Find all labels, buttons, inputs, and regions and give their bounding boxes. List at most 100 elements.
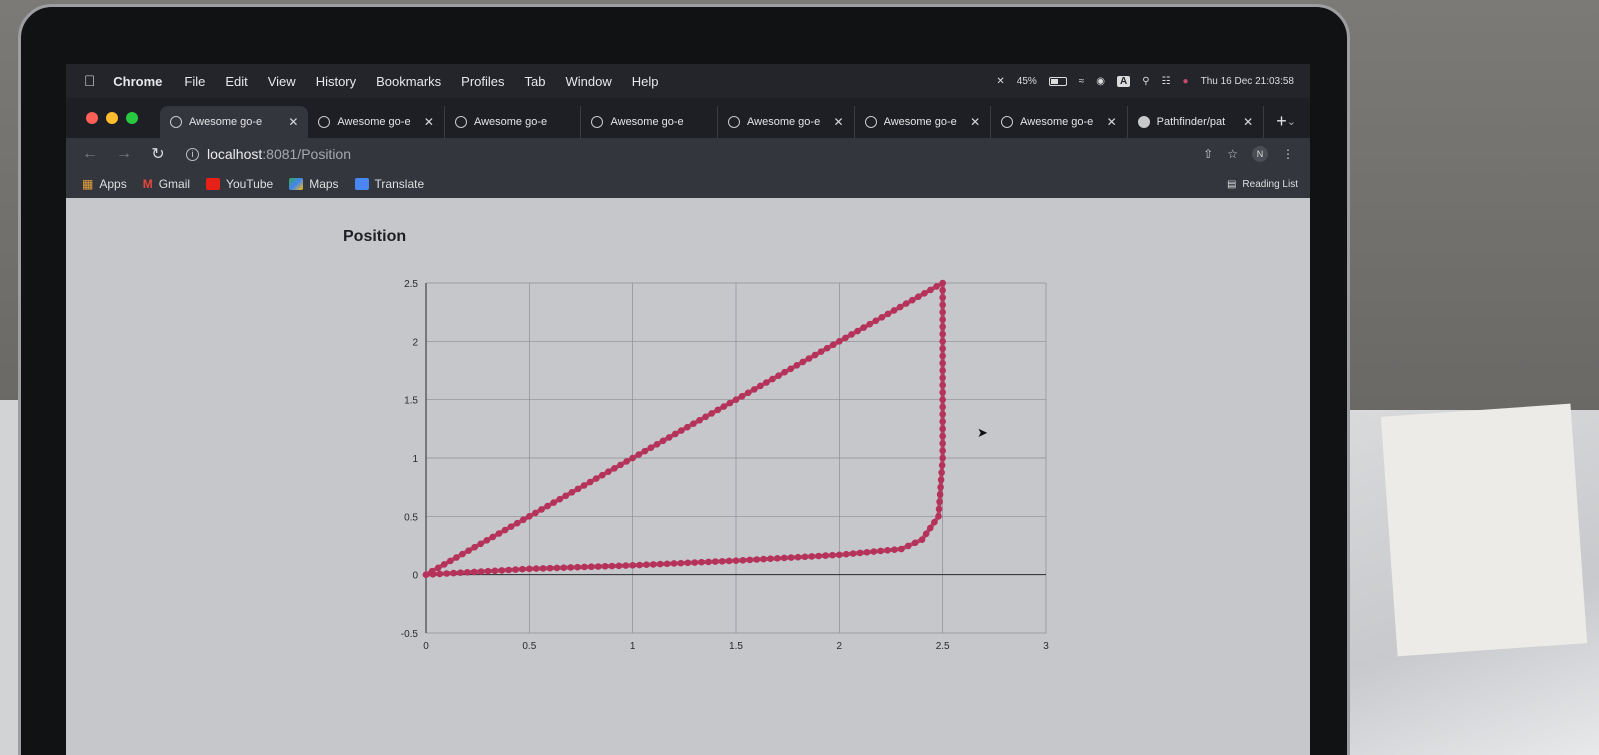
data-point (854, 327, 861, 335)
close-window-button[interactable] (86, 112, 98, 124)
tab-title: Pathfinder/pat (1156, 116, 1226, 128)
data-point (815, 552, 822, 560)
data-point (896, 303, 904, 311)
data-point (586, 478, 594, 486)
globe-icon (170, 116, 182, 128)
back-button[interactable]: ← (80, 145, 100, 163)
close-tab-icon[interactable]: ✕ (1107, 115, 1117, 129)
control-center-icon[interactable]: ☷ (1162, 76, 1171, 87)
bookmark-translate[interactable]: Translate (354, 177, 424, 191)
data-point (739, 556, 747, 564)
data-point (856, 549, 864, 557)
tab-1[interactable]: Awesome go-e ✕ (160, 106, 309, 138)
minimize-window-button[interactable] (106, 112, 118, 124)
close-tab-icon[interactable]: ✕ (834, 115, 844, 129)
data-point (617, 461, 624, 469)
menu-window[interactable]: Window (566, 74, 612, 89)
data-point (936, 491, 944, 498)
close-tab-icon[interactable]: ✕ (1243, 115, 1253, 129)
new-tab-button[interactable]: + (1276, 111, 1287, 132)
menu-view[interactable]: View (268, 74, 296, 89)
data-point (429, 570, 437, 578)
menu-profiles[interactable]: Profiles (461, 74, 504, 89)
battery-percent: 45% (1016, 75, 1037, 87)
data-point (440, 561, 448, 568)
wifi-icon[interactable]: ≈ (1079, 76, 1085, 87)
bookmark-star-icon[interactable]: ☆ (1227, 147, 1238, 161)
tab-5[interactable]: Awesome go-e ✕ (718, 106, 855, 138)
data-point (422, 571, 430, 578)
data-point (568, 489, 576, 496)
address-bar[interactable]: i localhost:8081/Position (186, 146, 1203, 162)
data-point (670, 560, 678, 567)
data-point (532, 509, 539, 517)
menu-tab[interactable]: Tab (525, 74, 546, 89)
data-point (939, 447, 946, 455)
data-point (939, 396, 946, 403)
tab-3[interactable]: Awesome go-e (445, 106, 582, 138)
menubar-clock[interactable]: Thu 16 Dec 21:03:58 (1201, 76, 1294, 87)
input-source-icon[interactable]: A (1117, 75, 1131, 87)
forward-button[interactable]: → (114, 145, 134, 163)
zoom-window-button[interactable] (126, 112, 138, 124)
data-point (931, 518, 938, 526)
data-point (550, 499, 557, 506)
close-tab-icon[interactable]: ✕ (288, 115, 298, 129)
more-menu-icon[interactable]: ⋮ (1282, 147, 1294, 161)
data-point (939, 418, 946, 425)
site-info-icon[interactable]: i (186, 147, 199, 161)
battery-icon[interactable] (1048, 76, 1067, 86)
menu-edit[interactable]: Edit (225, 74, 247, 89)
menu-bookmarks[interactable]: Bookmarks (376, 74, 441, 89)
data-point (483, 537, 491, 544)
bookmark-youtube[interactable]: YouTube (206, 177, 273, 191)
tab-2[interactable]: Awesome go-e ✕ (308, 106, 445, 138)
bookmark-apps[interactable]: ▦ Apps (82, 177, 127, 191)
tab-7[interactable]: Awesome go-e ✕ (991, 106, 1128, 138)
siri-icon[interactable]: ● (1183, 76, 1189, 87)
share-icon[interactable]: ⇧ (1203, 147, 1213, 161)
y-tick-label: 2 (412, 337, 418, 348)
data-point (636, 561, 643, 569)
menu-file[interactable]: File (184, 74, 205, 89)
profile-avatar[interactable]: N (1252, 146, 1268, 162)
data-point (539, 565, 547, 572)
data-point (938, 461, 946, 469)
globe-icon (1001, 116, 1014, 128)
page-content: Position 0 0.5 1 1.5 2 2.5 3 -0.5 0 0.5 1 1.5 2 2.5 … (66, 198, 1310, 755)
data-point (939, 367, 946, 374)
data-point (939, 359, 946, 367)
data-point (767, 555, 774, 563)
data-point (712, 558, 719, 565)
reload-button[interactable]: ↻ (148, 144, 168, 164)
mute-icon[interactable]: ✕ (996, 76, 1004, 87)
close-tab-icon[interactable]: ✕ (424, 115, 434, 129)
data-point (799, 358, 807, 366)
close-tab-icon[interactable]: ✕ (970, 115, 980, 129)
tab-4[interactable]: Awesome go-e (581, 106, 719, 138)
reading-list-button[interactable]: ▤ Reading List (1227, 179, 1298, 190)
paper-sheet (1380, 403, 1588, 657)
github-icon (1137, 116, 1150, 128)
user-icon[interactable]: ◉ (1096, 76, 1105, 87)
tab-search-chevron-icon[interactable]: ⌄ (1287, 115, 1310, 128)
data-point (927, 286, 934, 294)
window-controls (86, 112, 138, 124)
data-point (601, 562, 609, 570)
apps-grid-icon: ▦ (82, 177, 94, 191)
menu-history[interactable]: History (316, 74, 356, 89)
data-point (746, 556, 754, 564)
bookmark-maps[interactable]: Maps (289, 177, 339, 191)
tab-6[interactable]: Awesome go-e ✕ (855, 106, 992, 138)
data-point (714, 406, 722, 414)
bookmark-gmail[interactable]: M Gmail (143, 177, 190, 191)
tab-title: Awesome go-e (1020, 116, 1094, 128)
data-point (588, 563, 595, 571)
menu-app-name[interactable]: Chrome (113, 74, 162, 89)
apple-icon[interactable]:  (84, 73, 95, 90)
menu-help[interactable]: Help (632, 74, 659, 89)
tab-8[interactable]: Pathfinder/pat ✕ (1128, 106, 1265, 138)
data-point (939, 301, 946, 309)
spotlight-search-icon[interactable]: ⚲ (1142, 76, 1149, 87)
browser-toolbar: ← → ↻ i localhost:8081/Position ⇧ ☆ N ⋮ (66, 138, 1310, 170)
